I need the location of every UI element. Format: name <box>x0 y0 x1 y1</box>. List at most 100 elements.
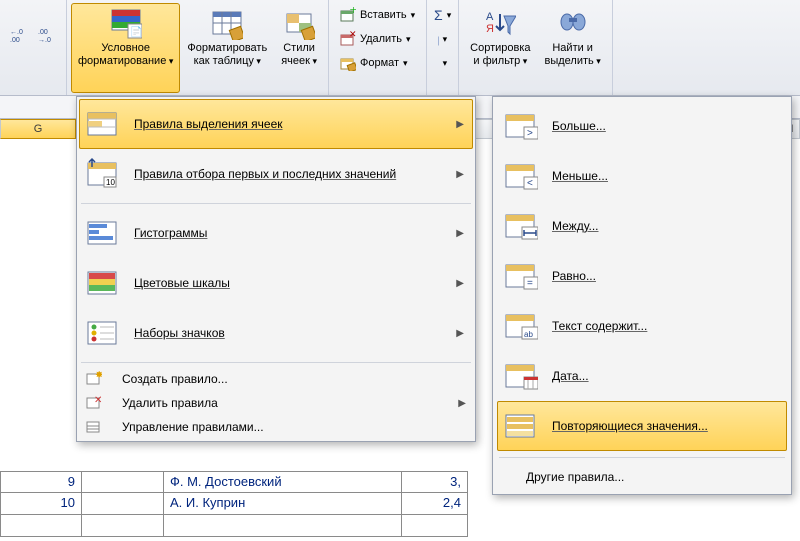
submenu-arrow-icon: ▶ <box>458 398 466 409</box>
decrease-decimal-button[interactable]: .00→.0 <box>36 24 58 46</box>
find-select-button[interactable]: Найти и выделить <box>538 3 608 93</box>
delete-cells-button[interactable]: ✕ Удалить <box>335 28 420 50</box>
number-format-group: ←.0.00 .00→.0 <box>0 0 67 95</box>
svg-text:.00: .00 <box>38 29 48 36</box>
submenu-more-rules[interactable]: Другие правила... <box>497 464 787 490</box>
date-icon <box>504 359 538 393</box>
svg-text:📄: 📄 <box>130 25 142 38</box>
menu-label: Цветовые шкалы <box>134 276 230 290</box>
submenu-label: Дата... <box>552 369 589 383</box>
svg-text:✕: ✕ <box>349 31 356 39</box>
name-cell[interactable] <box>164 515 402 537</box>
menu-label: Создать правило... <box>122 372 228 386</box>
empty-cell[interactable] <box>82 515 164 537</box>
menu-manage-rules[interactable]: Управление правилами... <box>79 415 473 439</box>
fill-button[interactable] <box>433 28 452 50</box>
submenu-arrow-icon: ▶ <box>456 228 464 239</box>
svg-text:→.0: →.0 <box>38 37 51 44</box>
submenu-date-occurring[interactable]: Дата... <box>497 351 787 401</box>
insert-icon: ＋ <box>340 7 356 23</box>
conditional-formatting-button[interactable]: 📄 Условное форматирование <box>71 3 180 93</box>
manage-rules-icon <box>86 419 102 435</box>
svg-text:ab: ab <box>524 330 533 339</box>
menu-separator <box>81 362 471 363</box>
submenu-arrow-icon: ▶ <box>456 169 464 180</box>
value-cell[interactable] <box>402 515 468 537</box>
menu-data-bars[interactable]: Гистограммы ▶ <box>79 208 473 258</box>
empty-cell[interactable] <box>82 493 164 515</box>
greater-than-icon: > <box>504 109 538 143</box>
submenu-label: Повторяющиеся значения... <box>552 419 708 433</box>
text-contains-icon: ab <box>504 309 538 343</box>
menu-new-rule[interactable]: ✸ Создать правило... <box>79 367 473 391</box>
sort-filter-label: Сортировка и фильтр <box>470 42 530 68</box>
menu-separator <box>81 203 471 204</box>
svg-text:<: < <box>527 178 533 189</box>
menu-label: Управление правилами... <box>122 420 264 434</box>
menu-icon-sets[interactable]: Наборы значков ▶ <box>79 308 473 358</box>
empty-cell[interactable] <box>82 471 164 493</box>
clear-rules-icon: ✕ <box>86 395 102 411</box>
conditional-formatting-icon: 📄 <box>110 8 142 40</box>
editing-group: АЯ Сортировка и фильтр Найти и выделить <box>459 0 613 95</box>
svg-text:←.0: ←.0 <box>10 29 23 36</box>
svg-text:.00: .00 <box>10 37 20 44</box>
submenu-between[interactable]: Между... <box>497 201 787 251</box>
value-cell[interactable]: 2,4 <box>402 493 468 515</box>
ribbon: ←.0.00 .00→.0 📄 Условное форматирование … <box>0 0 800 96</box>
format-cells-button[interactable]: Формат <box>335 52 420 74</box>
submenu-greater-than[interactable]: > Больше... <box>497 101 787 151</box>
equal-to-icon: = <box>504 259 538 293</box>
highlight-cells-icon <box>86 107 120 141</box>
menu-clear-rules[interactable]: ✕ Удалить правила ▶ <box>79 391 473 415</box>
delete-label: Удалить <box>360 33 402 45</box>
table-row[interactable] <box>0 515 800 537</box>
column-header-G[interactable]: G <box>0 119 76 139</box>
row-number-cell[interactable]: 10 <box>0 493 82 515</box>
svg-text:=: = <box>527 278 533 289</box>
cell-styles-icon <box>283 8 315 40</box>
format-as-table-label: Форматировать как таблицу <box>187 42 267 68</box>
color-scales-icon <box>86 266 120 300</box>
autosum-button[interactable]: Σ <box>433 4 452 26</box>
submenu-equal-to[interactable]: = Равно... <box>497 251 787 301</box>
svg-text:А: А <box>486 11 494 23</box>
menu-highlight-cells-rules[interactable]: Правила выделения ячеек ▶ <box>79 99 473 149</box>
svg-text:✸: ✸ <box>95 371 102 381</box>
menu-label: Наборы значков <box>134 326 225 340</box>
find-select-label: Найти и выделить <box>545 42 601 68</box>
name-cell[interactable]: А. И. Куприн <box>164 493 402 515</box>
cell-styles-button[interactable]: Стили ячеек <box>274 3 324 93</box>
value-cell[interactable]: 3, <box>402 471 468 493</box>
styles-group: 📄 Условное форматирование Форматировать … <box>67 0 329 95</box>
menu-label: Правила выделения ячеек <box>134 117 283 131</box>
svg-text:✕: ✕ <box>94 395 102 406</box>
name-cell[interactable]: Ф. М. Достоевский <box>164 471 402 493</box>
row-number-cell[interactable] <box>0 515 82 537</box>
editing-autosum-group: Σ <box>427 0 459 95</box>
conditional-formatting-label: Условное форматирование <box>78 42 173 68</box>
submenu-label: Больше... <box>552 119 606 133</box>
submenu-label: Меньше... <box>552 169 608 183</box>
top-bottom-icon: 10 <box>86 157 120 191</box>
submenu-less-than[interactable]: < Меньше... <box>497 151 787 201</box>
insert-cells-button[interactable]: ＋ Вставить <box>335 4 420 26</box>
menu-color-scales[interactable]: Цветовые шкалы ▶ <box>79 258 473 308</box>
format-as-table-button[interactable]: Форматировать как таблицу <box>180 3 274 93</box>
submenu-label: Другие правила... <box>526 470 624 484</box>
conditional-formatting-menu: Правила выделения ячеек ▶ 10 Правила отб… <box>76 96 476 442</box>
svg-text:10: 10 <box>106 178 115 187</box>
clear-button[interactable] <box>433 52 452 74</box>
table-row[interactable]: 10 А. И. Куприн 2,4 <box>0 493 800 515</box>
submenu-duplicate-values[interactable]: Повторяющиеся значения... <box>497 401 787 451</box>
submenu-text-contains[interactable]: ab Текст содержит... <box>497 301 787 351</box>
submenu-arrow-icon: ▶ <box>456 119 464 130</box>
menu-top-bottom-rules[interactable]: 10 Правила отбора первых и последних зна… <box>79 149 473 199</box>
format-label: Формат <box>360 57 399 69</box>
increase-decimal-button[interactable]: ←.0.00 <box>8 24 30 46</box>
submenu-arrow-icon: ▶ <box>456 328 464 339</box>
duplicate-values-icon <box>504 409 538 443</box>
svg-text:Я: Я <box>486 23 494 35</box>
row-number-cell[interactable]: 9 <box>0 471 82 493</box>
sort-filter-button[interactable]: АЯ Сортировка и фильтр <box>463 3 537 93</box>
